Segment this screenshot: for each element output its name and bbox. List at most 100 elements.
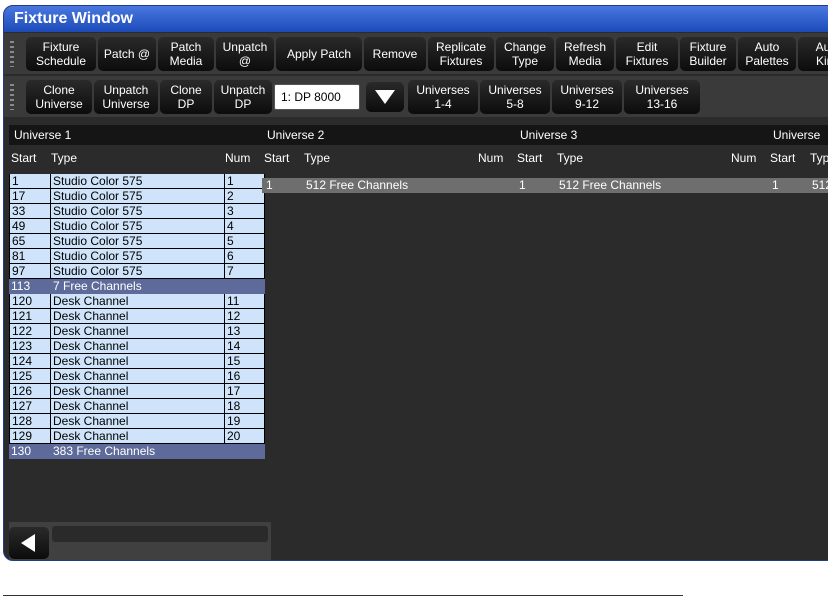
table-row[interactable]: 1 512 Free Channels [515, 178, 771, 193]
dp-dropdown-arrow-icon[interactable] [366, 82, 404, 112]
table-row[interactable]: 1 512 Free Channels [262, 178, 518, 193]
replicate-fixtures-button[interactable]: Replicate Fixtures [428, 37, 494, 71]
clone-dp-button[interactable]: Clone DP [160, 80, 212, 114]
num-cell: 12 [225, 309, 265, 324]
type-cell: Studio Color 575 [51, 234, 225, 249]
num-cell: 15 [225, 354, 265, 369]
universes-5-8-button[interactable]: Universes 5-8 [480, 80, 550, 114]
type-cell: Studio Color 575 [51, 264, 225, 279]
clone-universe-button[interactable]: Clone Universe [26, 80, 92, 114]
num-cell: 3 [225, 204, 265, 219]
start-cell: 121 [9, 309, 51, 324]
column-header-num[interactable]: Num [731, 149, 756, 168]
apply-patch-button[interactable]: Apply Patch [276, 37, 362, 71]
type-cell: Desk Channel [51, 309, 225, 324]
toolbar-row-1: Fixture Schedule Patch @ Patch Media Unpatc… [4, 33, 828, 74]
type-cell: 7 Free Channels [53, 279, 142, 293]
table-row[interactable]: 127 Desk Channel 18 [9, 399, 265, 414]
type-cell: 512 Free Channels [559, 178, 662, 192]
type-cell: Studio Color 575 [51, 249, 225, 264]
column-header-start[interactable]: Start [11, 149, 36, 168]
start-cell: 122 [9, 324, 51, 339]
type-cell: Desk Channel [51, 294, 225, 309]
auto-palettes-button[interactable]: Auto Palettes [738, 37, 796, 71]
universe-1-table: 1 Studio Color 575 1 17 Studio Color 575 2 33 S… [9, 174, 265, 459]
start-cell: 123 [9, 339, 51, 354]
num-cell: 2 [225, 189, 265, 204]
column-header-num[interactable]: Num [225, 149, 250, 168]
table-row[interactable]: 126 Desk Channel 17 [9, 384, 265, 399]
type-cell: Desk Channel [51, 324, 225, 339]
fixture-builder-button[interactable]: Fixture Builder [680, 37, 736, 71]
edit-fixtures-button[interactable]: Edit Fixtures [616, 37, 678, 71]
type-cell: Desk Channel [51, 354, 225, 369]
horizontal-scrollbar[interactable] [52, 526, 268, 542]
type-cell: Studio Color 575 [51, 189, 225, 204]
table-row[interactable]: 97 Studio Color 575 7 [9, 264, 265, 279]
table-row[interactable]: 113 7 Free Channels [9, 279, 265, 294]
universes-9-12-button[interactable]: Universes 9-12 [552, 80, 622, 114]
table-row[interactable]: 129 Desk Channel 20 [9, 429, 265, 444]
table-row[interactable]: 121 Desk Channel 12 [9, 309, 265, 324]
refresh-media-button[interactable]: Refresh Media [556, 37, 614, 71]
num-cell: 14 [225, 339, 265, 354]
start-cell: 125 [9, 369, 51, 384]
column-header-start[interactable]: Start [770, 149, 795, 168]
table-row[interactable]: 124 Desk Channel 15 [9, 354, 265, 369]
table-row[interactable]: 65 Studio Color 575 5 [9, 234, 265, 249]
column-header-start[interactable]: Start [264, 149, 289, 168]
toolbar-grip-handle[interactable] [10, 41, 14, 67]
unpatch-dp-button[interactable]: Unpatch DP [214, 80, 272, 114]
start-cell: 113 [11, 279, 31, 293]
num-cell: 11 [225, 294, 265, 309]
table-row[interactable]: 125 Desk Channel 16 [9, 369, 265, 384]
column-header-type[interactable]: Type [557, 149, 583, 168]
unpatch-universe-button[interactable]: Unpatch Universe [94, 80, 158, 114]
num-cell: 20 [225, 429, 265, 444]
universes-13-16-button[interactable]: Universes 13-16 [624, 80, 700, 114]
column-header-type[interactable]: Type [304, 149, 330, 168]
start-cell: 1 [772, 178, 779, 192]
unpatch-at-button[interactable]: Unpatch @ [216, 37, 274, 71]
table-row[interactable]: 1512 [768, 178, 828, 193]
change-type-button[interactable]: Change Type [496, 37, 554, 71]
table-row[interactable]: 81 Studio Color 575 6 [9, 249, 265, 264]
start-cell: 97 [9, 264, 51, 279]
fixture-window: Fixture Window Fixture Schedule Patch @ Pa… [3, 5, 828, 561]
column-header-type[interactable]: Type [51, 149, 77, 168]
table-row[interactable]: 122 Desk Channel 13 [9, 324, 265, 339]
universes-1-4-button[interactable]: Universes 1-4 [408, 80, 478, 114]
type-cell: Desk Channel [51, 429, 225, 444]
dp-select-input[interactable]: 1: DP 8000 [274, 84, 360, 110]
start-cell: 126 [9, 384, 51, 399]
start-cell: 128 [9, 414, 51, 429]
start-cell: 1 [9, 174, 51, 189]
column-header-type[interactable]: Type [810, 149, 828, 168]
table-row[interactable]: 123 Desk Channel 14 [9, 339, 265, 354]
num-cell: 5 [225, 234, 265, 249]
column-header-start[interactable]: Start [517, 149, 542, 168]
patch-at-button[interactable]: Patch @ [98, 37, 156, 71]
auto-kind-button[interactable]: Auto Kind [798, 37, 828, 71]
table-row[interactable]: 130 383 Free Channels [9, 444, 265, 459]
toolbar-grip-handle[interactable] [10, 84, 14, 110]
table-row[interactable]: 120 Desk Channel 11 [9, 294, 265, 309]
fixture-schedule-button[interactable]: Fixture Schedule [26, 37, 96, 71]
back-arrow-icon[interactable] [9, 527, 49, 559]
start-cell: 120 [9, 294, 51, 309]
start-cell: 129 [9, 429, 51, 444]
column-header-num[interactable]: Num [478, 149, 503, 168]
table-row[interactable]: 1 Studio Color 575 1 [9, 174, 265, 189]
start-cell: 17 [9, 189, 51, 204]
start-cell: 65 [9, 234, 51, 249]
type-cell: Studio Color 575 [51, 219, 225, 234]
num-cell: 18 [225, 399, 265, 414]
table-row[interactable]: 49 Studio Color 575 4 [9, 219, 265, 234]
start-cell: 33 [9, 204, 51, 219]
table-row[interactable]: 128 Desk Channel 19 [9, 414, 265, 429]
table-row[interactable]: 33 Studio Color 575 3 [9, 204, 265, 219]
patch-media-button[interactable]: Patch Media [158, 37, 214, 71]
type-cell: Desk Channel [51, 369, 225, 384]
table-row[interactable]: 17 Studio Color 575 2 [9, 189, 265, 204]
remove-button[interactable]: Remove [364, 37, 426, 71]
